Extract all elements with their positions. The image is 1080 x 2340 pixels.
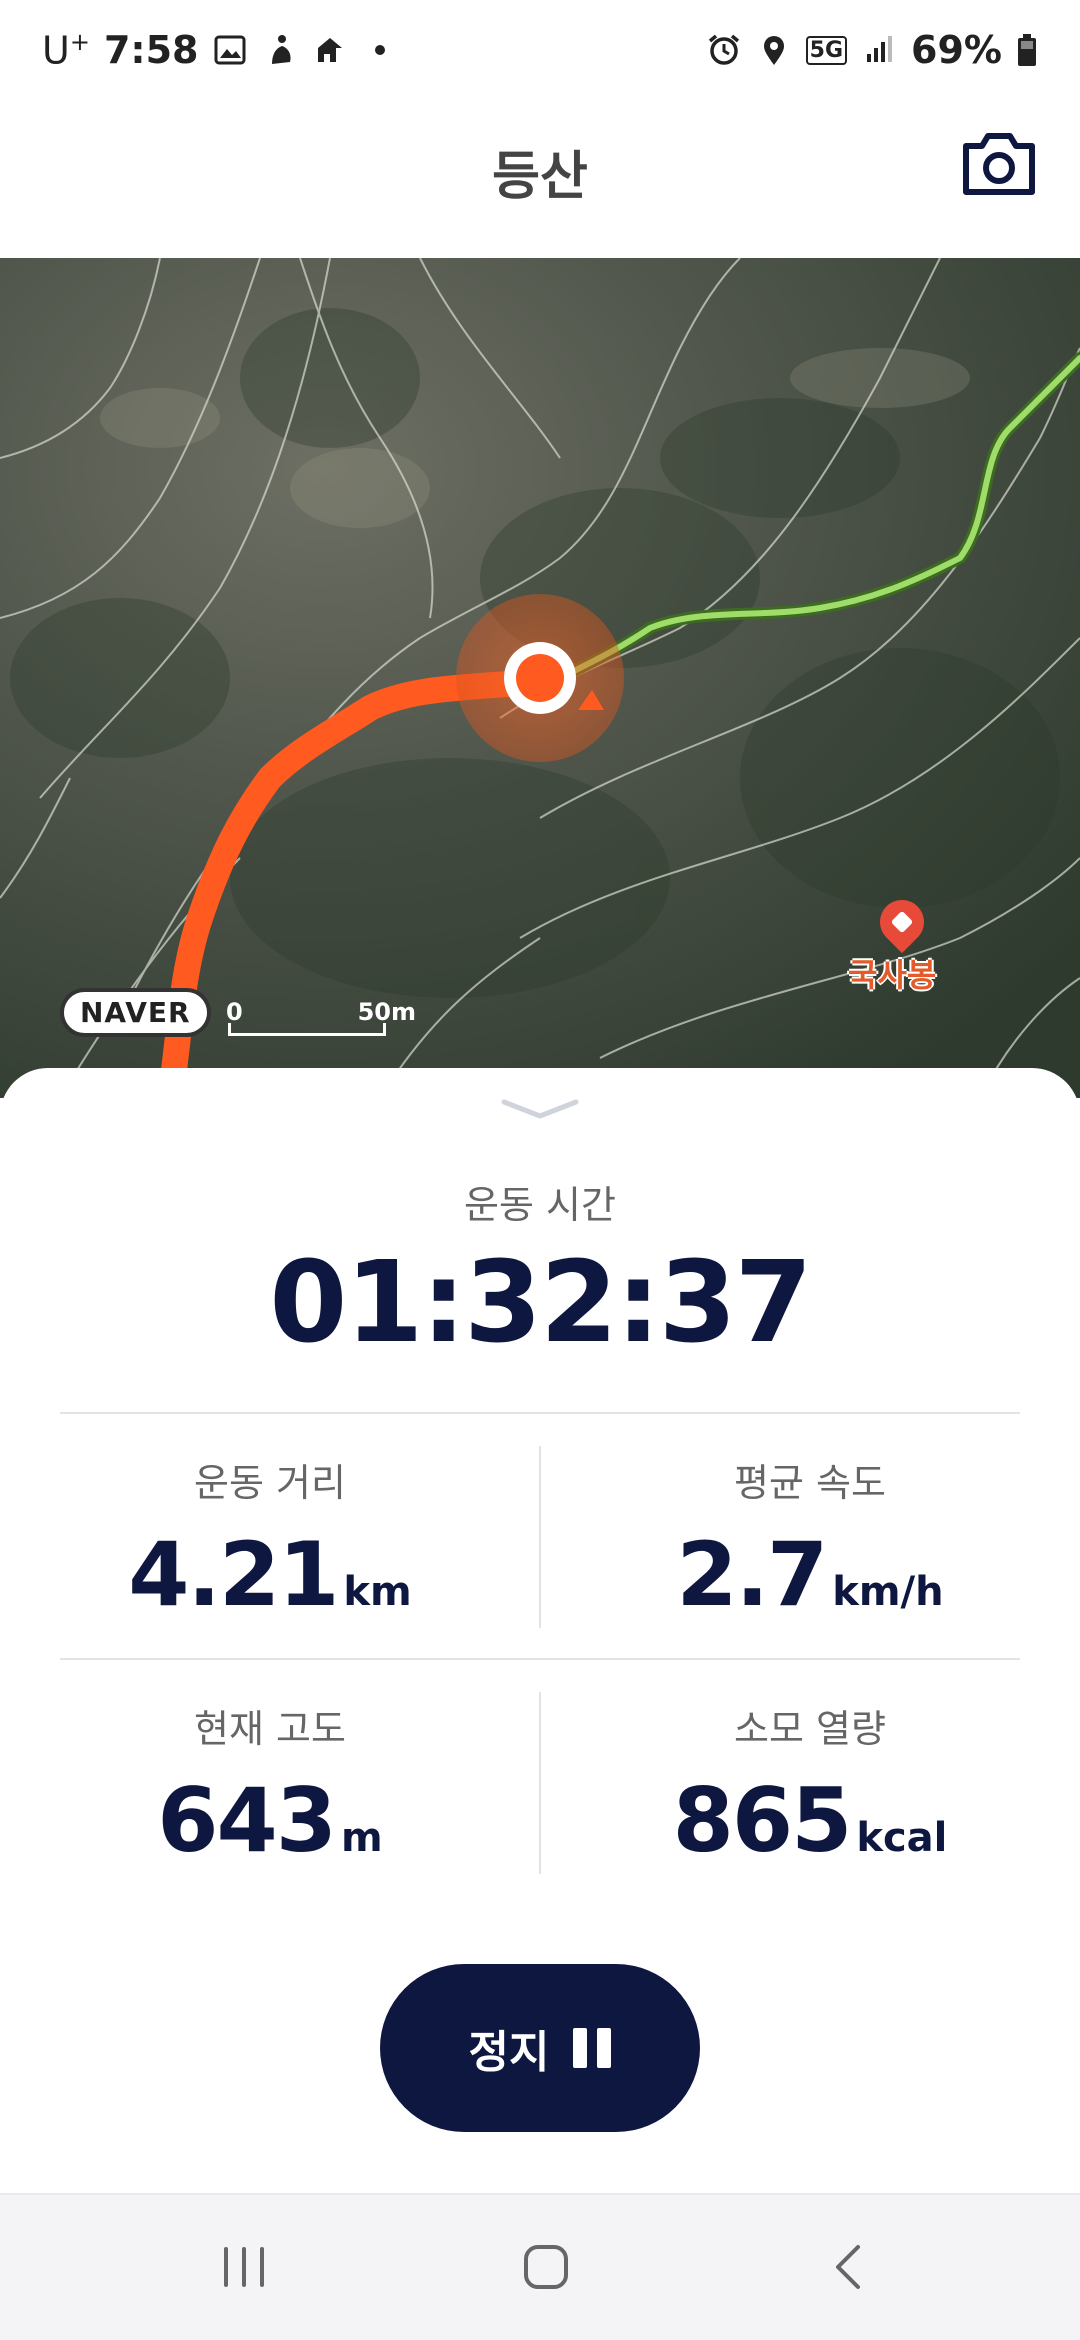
chevron-down-icon[interactable]	[500, 1096, 580, 1120]
naver-logo-badge[interactable]: NAVER	[60, 988, 211, 1037]
pause-button-label: 정지	[468, 2027, 550, 2078]
screen: U+ 7:58 5G 69% 등산 NAVER 0 50m 국사봉 운동 시간 …	[0, 0, 1080, 2340]
alarm-icon	[708, 34, 739, 65]
stat-unit: kcal	[856, 1815, 948, 1861]
stat-avg-speed: 평균 속도 2.7 km/h	[540, 1452, 1080, 1626]
fitness-icon	[272, 35, 291, 65]
poi-label[interactable]: 국사봉	[848, 950, 936, 996]
workout-sheet: 운동 시간 01:32:37 운동 거리 4.21 km 평균 속도 2.7 km/…	[0, 1068, 1080, 2193]
stat-unit: km	[343, 1569, 412, 1615]
back-icon[interactable]	[810, 2235, 890, 2299]
camera-icon[interactable]	[962, 130, 1036, 196]
workout-time-label: 운동 시간	[464, 1183, 616, 1227]
stat-label: 운동 거리	[194, 1461, 346, 1505]
status-bar: U+ 7:58 5G 69%	[0, 0, 1080, 100]
divider	[60, 1658, 1020, 1660]
workout-time-value: 01:32:37	[269, 1238, 812, 1368]
stat-label: 소모 열량	[734, 1707, 886, 1751]
navigation-icon	[318, 38, 343, 63]
page-title: 등산	[492, 147, 588, 207]
stat-distance: 운동 거리 4.21 km	[0, 1452, 540, 1626]
location-icon	[763, 36, 784, 65]
system-nav-bar	[0, 2193, 1080, 2340]
divider	[60, 1412, 1020, 1414]
stat-altitude: 현재 고도 643 m	[0, 1698, 540, 1872]
stat-unit: m	[341, 1815, 383, 1861]
app-header: 등산	[0, 100, 1080, 258]
carrier-label: U+	[42, 28, 90, 73]
home-icon[interactable]	[506, 2235, 586, 2299]
scale-start-label: 0	[226, 998, 243, 1026]
map-scale-bar: 0 50m	[226, 998, 416, 1038]
map-view[interactable]: NAVER 0 50m 국사봉	[0, 258, 1080, 1098]
stat-label: 평균 속도	[734, 1461, 886, 1505]
pause-button[interactable]: 정지	[380, 1964, 700, 2132]
signal-icon	[867, 36, 893, 62]
stat-value: 865	[672, 1769, 853, 1872]
battery-icon	[1018, 34, 1036, 66]
stat-calories: 소모 열량 865 kcal	[540, 1698, 1080, 1872]
scale-end-label: 50m	[357, 998, 416, 1026]
stat-label: 현재 고도	[194, 1707, 346, 1751]
pause-icon	[573, 2028, 612, 2068]
scale-line	[228, 1023, 386, 1036]
stat-value: 643	[157, 1769, 337, 1872]
stat-unit: km/h	[832, 1569, 944, 1615]
recents-icon[interactable]	[204, 2235, 284, 2299]
dot-icon	[375, 45, 386, 56]
stat-value: 2.7	[676, 1523, 828, 1626]
gallery-icon	[214, 35, 246, 65]
battery-percent: 69%	[911, 28, 1002, 72]
network-badge: 5G	[805, 35, 848, 65]
clock: 7:58	[103, 28, 199, 73]
stat-value: 4.21	[128, 1523, 339, 1626]
